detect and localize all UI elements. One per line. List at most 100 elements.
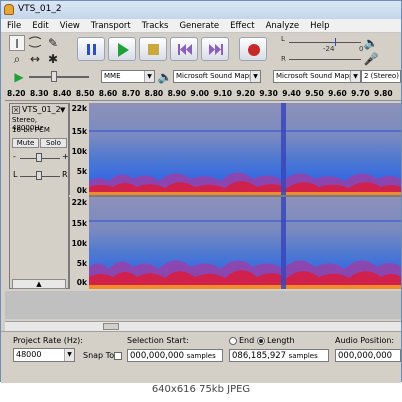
ruler-tick-label: 8.60: [98, 89, 118, 98]
chevron-down-icon: ▼: [64, 349, 74, 361]
selection-start-label: Selection Start:: [127, 336, 189, 345]
microphone-icon[interactable]: 🎤: [363, 51, 379, 67]
meter-tick-label: -24: [323, 45, 335, 53]
pan-right-label: R: [62, 170, 68, 179]
scale-label: 15k: [71, 219, 87, 228]
ruler-tick-label: 8.50: [75, 89, 95, 98]
snap-to-checkbox[interactable]: [114, 352, 122, 360]
scale-label: 0k: [76, 278, 87, 287]
tools-toolbar: I ✎ ⌕ ↔ ✱: [5, 34, 69, 68]
gain-thumb-icon[interactable]: [36, 153, 42, 162]
spectrogram-image: [89, 197, 401, 289]
output-device-select[interactable]: Microsoft Sound Mappe ▼: [173, 70, 261, 83]
ruler-tick-label: 8.80: [144, 89, 164, 98]
audio-host-select[interactable]: MME ▼: [101, 70, 155, 83]
pan-left-label: L: [13, 170, 18, 179]
audio-position-label: Audio Position:: [335, 336, 395, 345]
audio-position-field[interactable]: 000,000,000: [335, 349, 401, 362]
image-caption: 640x616 75kb JPEG: [151, 384, 251, 395]
stop-button[interactable]: [139, 37, 167, 61]
menu-view[interactable]: View: [54, 19, 85, 32]
title-bar: VTS_01_2: [1, 1, 401, 19]
skip-to-start-button[interactable]: [170, 37, 198, 61]
track-close-button[interactable]: ×: [12, 106, 20, 114]
ruler-tick-label: 9.40: [282, 89, 301, 98]
horizontal-scrollbar[interactable]: [5, 321, 401, 331]
scale-label: 10k: [71, 147, 87, 156]
spectrogram-image: [89, 103, 401, 195]
pan-thumb-icon[interactable]: [36, 171, 42, 180]
play-speed-slider[interactable]: [29, 76, 89, 78]
mute-button[interactable]: Mute: [12, 138, 39, 148]
menu-analyze[interactable]: Analyze: [260, 19, 305, 32]
ruler-tick-label: 8.90: [167, 89, 187, 98]
length-radio[interactable]: [257, 337, 265, 345]
frequency-scale-bottom[interactable]: 22k 15k 10k 5k 0k: [69, 197, 89, 289]
scale-label: 5k: [76, 167, 87, 176]
snap-to-label: Snap To: [83, 351, 115, 360]
track-menu-arrow-icon[interactable]: ▼: [60, 106, 65, 114]
chevron-down-icon: ▼: [350, 71, 360, 82]
project-rate-select[interactable]: 48000 ▼: [13, 348, 75, 362]
length-label: Length: [267, 336, 295, 345]
playback-meter[interactable]: [289, 42, 361, 43]
spectrogram-right-channel[interactable]: [89, 197, 401, 289]
solo-button[interactable]: Solo: [40, 138, 67, 148]
ruler-tick-label: 8.40: [52, 89, 72, 98]
ruler-tick-label: 9.80: [374, 89, 393, 98]
timeline-ruler[interactable]: 8.20 8.30 8.40 8.50 8.60 8.70 8.80 8.90 9.00 9.10…: [5, 87, 401, 101]
meter-tick: [335, 38, 336, 46]
menu-edit[interactable]: Edit: [26, 19, 53, 32]
track-name[interactable]: VTS_01_2: [22, 105, 61, 114]
selection-start-field[interactable]: 000,000,000 samples: [127, 349, 223, 362]
selection-tool-icon[interactable]: I: [9, 35, 25, 51]
spectrogram-left-channel[interactable]: [89, 103, 401, 195]
audacity-icon: [4, 4, 14, 15]
menu-generate[interactable]: Generate: [173, 19, 224, 32]
skip-to-end-button[interactable]: [201, 37, 229, 61]
meter-left-label: L: [281, 35, 285, 43]
menu-bar: File Edit View Transport Tracks Generate…: [1, 19, 401, 33]
ruler-tick-label: 8.30: [29, 89, 49, 98]
mixer-device-toolbar: ▶ MME ▼ 🔈 Microsoft Sound Mappe ▼ Microsof…: [5, 68, 401, 86]
track-area-background: [5, 291, 401, 319]
input-device-select[interactable]: Microsoft Sound Mappe ▼: [273, 70, 361, 83]
track-control-panel: × VTS_01_2 ▼ Stereo, 48000Hz 16-bit PCM …: [9, 103, 69, 289]
gain-plus-label: +: [62, 152, 69, 161]
scale-label: 22k: [71, 198, 87, 207]
end-label: End: [239, 336, 255, 345]
play-button[interactable]: [108, 37, 136, 61]
track-bit-depth: 16-bit PCM: [12, 126, 50, 134]
menu-help[interactable]: Help: [304, 19, 334, 32]
selection-length-field[interactable]: 086,185,927 samples: [229, 349, 329, 362]
pause-button[interactable]: [77, 37, 105, 61]
collapse-track-button[interactable]: ▲: [12, 279, 66, 289]
ruler-tick-label: 9.50: [305, 89, 324, 98]
play-at-speed-icon[interactable]: ▶: [11, 69, 27, 85]
draw-tool-icon[interactable]: ✎: [45, 35, 61, 51]
zoom-tool-icon[interactable]: ⌕: [9, 51, 25, 67]
scale-label: 5k: [76, 259, 87, 268]
ruler-tick-label: 9.20: [236, 89, 255, 98]
menu-file[interactable]: File: [1, 19, 26, 32]
scale-label: 10k: [71, 239, 87, 248]
speaker-icon[interactable]: 🔈: [363, 35, 379, 51]
menu-tracks[interactable]: Tracks: [136, 19, 174, 32]
meter-toolbar: L -24 0 R 🎤 🔈: [275, 34, 401, 68]
record-meter[interactable]: [289, 59, 361, 60]
scale-label: 15k: [71, 127, 87, 136]
record-button[interactable]: [239, 37, 267, 61]
timeshift-tool-icon[interactable]: ↔: [27, 51, 43, 67]
input-channels-select[interactable]: 2 (Stereo) I: [361, 70, 401, 83]
envelope-tool-icon[interactable]: [27, 35, 43, 51]
menu-transport[interactable]: Transport: [85, 19, 136, 32]
ruler-tick-label: 8.20: [7, 89, 26, 98]
play-speed-thumb[interactable]: [51, 71, 57, 82]
ruler-tick-label: 8.70: [121, 89, 141, 98]
multi-tool-icon[interactable]: ✱: [45, 51, 61, 67]
end-radio[interactable]: [229, 337, 237, 345]
frequency-scale-top[interactable]: 22k 15k 10k 5k 0k: [69, 103, 89, 195]
chevron-down-icon: ▼: [144, 71, 154, 82]
menu-effect[interactable]: Effect: [224, 19, 259, 32]
scroll-thumb[interactable]: [103, 323, 119, 330]
